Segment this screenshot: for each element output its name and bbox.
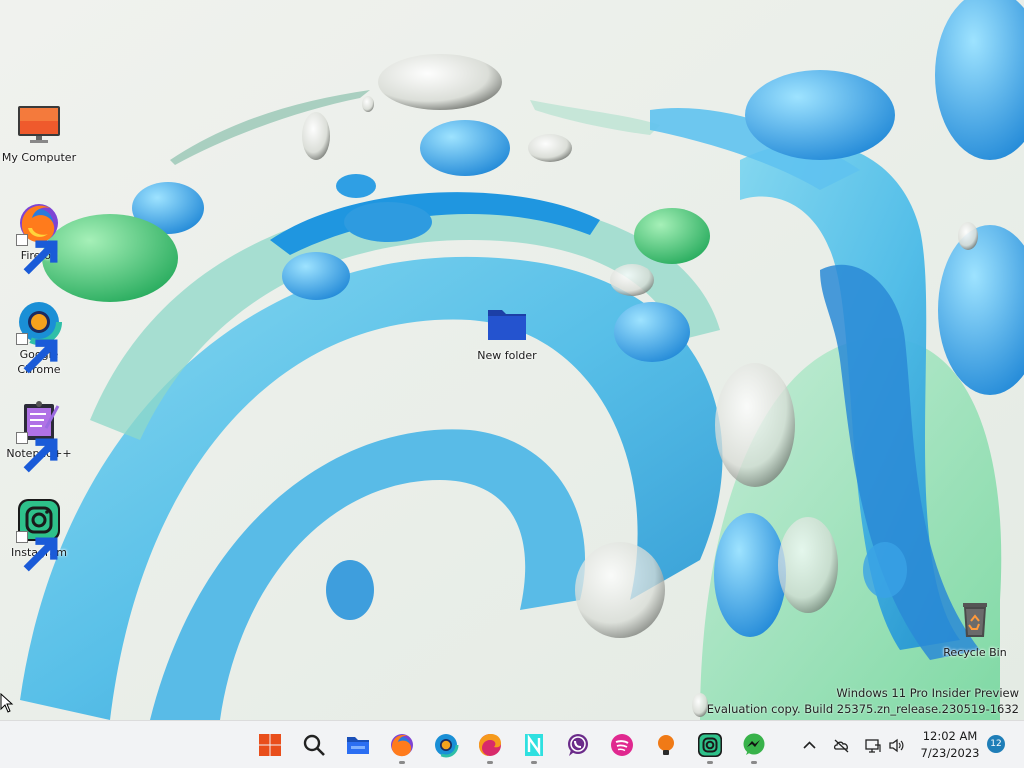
shortcut-arrow-icon <box>16 432 58 473</box>
chrome-icon <box>433 732 459 758</box>
taskbar: 12:02 AM 7/23/2023 12 <box>0 720 1024 768</box>
running-indicator <box>707 761 713 764</box>
monitor-icon <box>16 102 62 148</box>
firefox-icon <box>391 734 413 757</box>
taskbar-spotify[interactable] <box>606 729 638 761</box>
desktop-icon-label: New folder <box>477 349 537 362</box>
tray-overflow-chevron[interactable] <box>799 735 819 755</box>
desktop-icon-label: My Computer <box>1 151 77 164</box>
os-watermark: Windows 11 Pro Insider Preview Evaluatio… <box>707 685 1019 717</box>
network-icon <box>864 738 881 753</box>
notepadpp-icon <box>16 398 62 473</box>
instagram-icon <box>698 733 722 757</box>
chevron-up-icon <box>802 740 816 749</box>
desktop-icon-google-chrome[interactable]: Google Chrome <box>1 299 77 377</box>
messenger-icon <box>743 733 765 755</box>
desktop-icon-notepadpp[interactable]: Notepad++ <box>1 398 77 473</box>
taskbar-firefox[interactable] <box>386 729 418 764</box>
desktop-icon-recycle-bin[interactable]: Recycle Bin <box>937 597 1013 660</box>
file-explorer-icon <box>347 737 369 754</box>
taskbar-clock[interactable]: 12:02 AM 7/23/2023 <box>915 728 985 762</box>
clock-date: 7/23/2023 <box>920 746 980 760</box>
running-indicator <box>531 761 537 764</box>
running-indicator <box>751 761 757 764</box>
taskbar-notion[interactable] <box>518 729 550 764</box>
lightbulb-icon <box>658 735 674 755</box>
tray-onedrive[interactable] <box>831 735 851 755</box>
recycle-bin-icon <box>952 597 998 643</box>
tray-network[interactable] <box>862 735 882 755</box>
clock-time: 12:02 AM <box>922 729 978 743</box>
watermark-line-2: Evaluation copy. Build 25375.zn_release.… <box>706 702 1019 716</box>
edge-icon <box>479 734 501 756</box>
taskbar-tips[interactable] <box>650 729 682 761</box>
desktop-icon-new-folder[interactable]: New folder <box>469 300 545 363</box>
taskbar-edge[interactable] <box>474 729 506 764</box>
running-indicator <box>487 761 493 764</box>
mouse-cursor-icon <box>0 692 14 713</box>
shortcut-arrow-icon <box>16 234 58 275</box>
taskbar-file-explorer[interactable] <box>342 729 374 761</box>
desktop-icon-my-computer[interactable]: My Computer <box>1 102 77 165</box>
firefox-icon <box>16 200 62 275</box>
chrome-icon <box>16 299 62 374</box>
search-icon <box>303 734 325 756</box>
taskbar-messenger[interactable] <box>738 729 770 764</box>
speaker-icon <box>888 738 903 752</box>
cloud-offline-icon <box>833 739 848 752</box>
shortcut-arrow-icon <box>16 333 58 374</box>
taskbar-start-button[interactable] <box>254 729 286 761</box>
instagram-icon <box>16 497 62 572</box>
spotify-icon <box>611 734 633 756</box>
desktop-icon-label: Recycle Bin <box>943 646 1007 659</box>
taskbar-whatsapp[interactable] <box>562 729 594 761</box>
taskbar-chrome[interactable] <box>430 729 462 761</box>
notification-badge[interactable]: 12 <box>987 735 1005 753</box>
whatsapp-icon <box>568 734 588 756</box>
running-indicator <box>399 761 405 764</box>
taskbar-search-button[interactable] <box>298 729 330 761</box>
watermark-line-1: Windows 11 Pro Insider Preview <box>836 686 1019 700</box>
windows-start-icon <box>259 734 281 756</box>
tray-volume[interactable] <box>886 735 906 755</box>
notion-icon <box>525 734 543 756</box>
taskbar-instagram[interactable] <box>694 729 726 764</box>
folder-icon <box>484 300 530 346</box>
desktop-icon-instagram[interactable]: Instagram <box>1 497 77 572</box>
shortcut-arrow-icon <box>16 531 58 572</box>
desktop-icon-firefox[interactable]: Firefox <box>1 200 77 275</box>
